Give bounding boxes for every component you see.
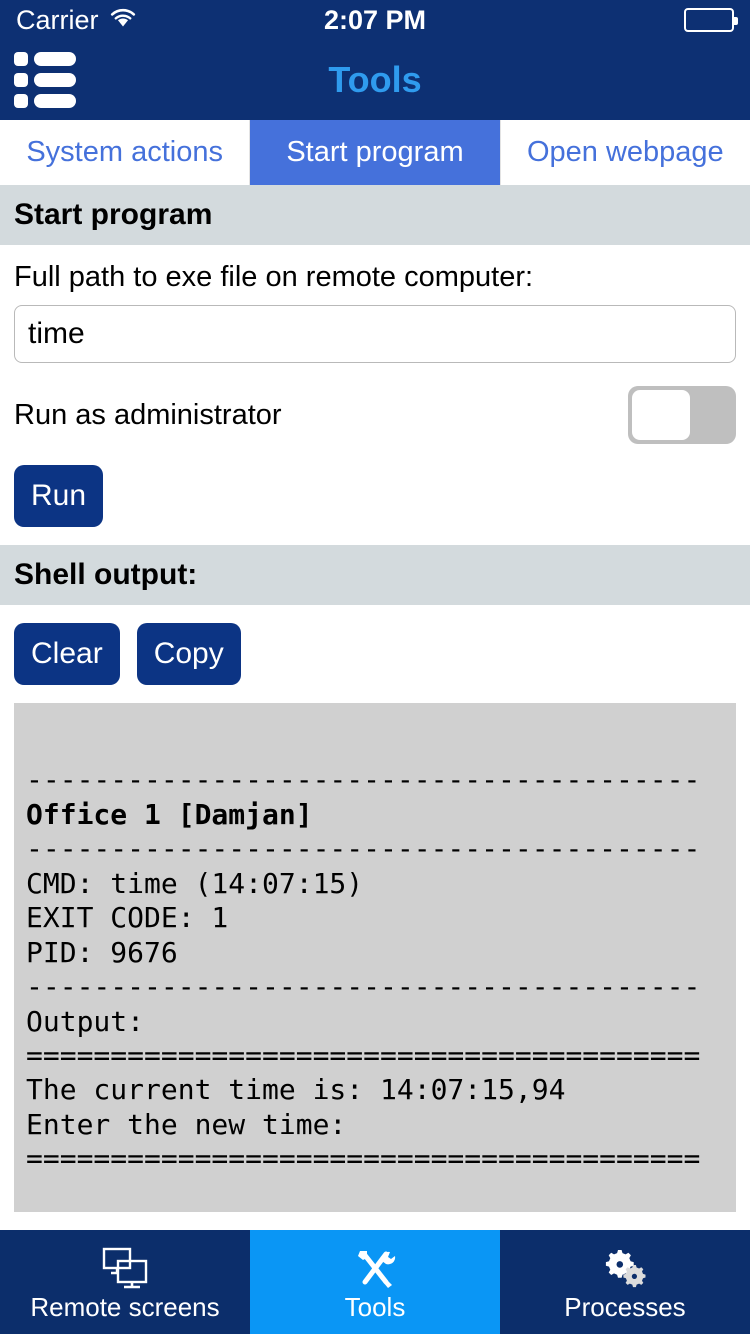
battery-full-icon	[684, 8, 738, 32]
monitors-icon	[100, 1245, 150, 1291]
shell-output-line: EXIT CODE: 1	[26, 901, 229, 935]
run-button[interactable]: Run	[14, 465, 104, 527]
shell-output-block: Clear Copy -----------------------------…	[0, 605, 750, 1230]
page-title: Tools	[328, 59, 422, 100]
bottom-tab-processes[interactable]: Processes	[500, 1230, 750, 1334]
shell-output-line: ========================================	[26, 1142, 701, 1176]
run-button-row: Run	[14, 465, 736, 527]
bottom-tab-label: Processes	[564, 1291, 686, 1322]
section-header-start-program: Start program	[0, 185, 750, 245]
wifi-icon	[109, 5, 137, 36]
status-bar-right	[684, 8, 738, 32]
status-bar-left: Carrier	[16, 5, 137, 36]
navigation-bar: Tools	[0, 40, 750, 120]
run-as-administrator-label: Run as administrator	[14, 398, 282, 431]
shell-output-line	[26, 729, 724, 763]
bottom-tab-label: Remote screens	[30, 1291, 220, 1322]
carrier-label: Carrier	[16, 4, 99, 35]
shell-output-line: Output:	[26, 1004, 145, 1038]
bottom-tab-remote-screens[interactable]: Remote screens	[0, 1230, 250, 1334]
toggle-knob	[632, 390, 690, 440]
shell-output-actions: Clear Copy	[14, 623, 736, 685]
shell-output-line: ========================================	[26, 1038, 701, 1072]
status-bar: Carrier 2:07 PM	[0, 0, 750, 40]
tab-start-program[interactable]: Start program	[250, 120, 501, 185]
exe-path-input[interactable]	[14, 305, 736, 363]
exe-path-label: Full path to exe file on remote computer…	[14, 261, 534, 293]
shell-output-line: Office 1 [Damjan]	[26, 797, 313, 831]
shell-output-line: ----------------------------------------	[26, 763, 701, 797]
shell-output-line: ----------------------------------------	[26, 832, 701, 866]
hammer-wrench-icon	[352, 1245, 398, 1291]
clear-button[interactable]: Clear	[14, 623, 120, 685]
app-screen: Carrier 2:07 PM Tools System actions Sta…	[0, 0, 750, 1334]
shell-output-line: Enter the new time:	[26, 1107, 347, 1141]
run-as-administrator-row: Run as administrator	[14, 385, 736, 445]
start-program-form: Full path to exe file on remote computer…	[0, 245, 750, 545]
list-menu-icon[interactable]	[14, 52, 84, 108]
shell-output-line: CMD: time (14:07:15)	[26, 866, 364, 900]
copy-button[interactable]: Copy	[136, 623, 241, 685]
gears-icon	[600, 1245, 650, 1291]
shell-output-line: PID: 9676	[26, 935, 178, 969]
shell-output-line: The current time is: 14:07:15,94	[26, 1073, 566, 1107]
bottom-tab-bar: Remote screens Tools Processes	[0, 1230, 750, 1334]
tab-system-actions[interactable]: System actions	[0, 120, 251, 185]
tab-strip: System actions Start program Open webpag…	[0, 120, 750, 185]
bottom-tab-tools[interactable]: Tools	[250, 1230, 500, 1334]
shell-output-textarea[interactable]: ----------------------------------------…	[14, 703, 736, 1212]
section-header-shell-output: Shell output:	[0, 545, 750, 605]
run-as-administrator-toggle[interactable]	[628, 386, 736, 444]
tab-open-webpage[interactable]: Open webpage	[500, 120, 750, 185]
bottom-tab-label: Tools	[344, 1291, 406, 1322]
shell-output-line: ----------------------------------------	[26, 970, 701, 1004]
